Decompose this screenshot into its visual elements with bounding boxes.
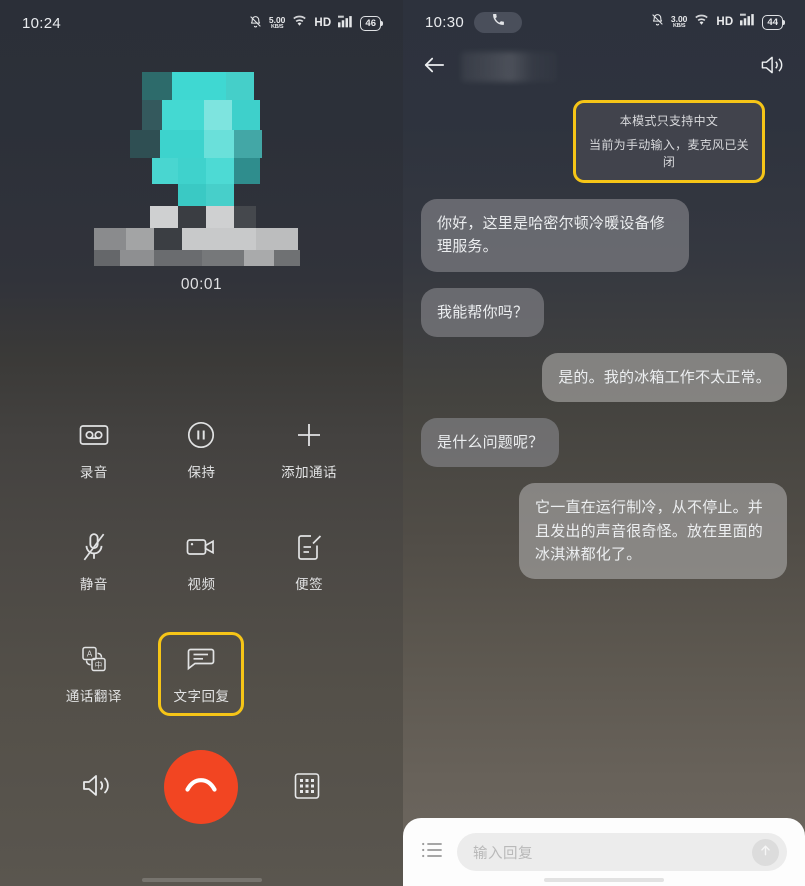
text-reply-icon — [186, 643, 216, 675]
signal-icon — [338, 15, 353, 32]
svg-text:A: A — [87, 649, 93, 658]
hd-icon: HD — [314, 17, 332, 29]
send-arrow-up-icon — [758, 843, 773, 861]
hd-icon: HD — [716, 16, 734, 28]
call-option-text-reply[interactable]: 文字回复 — [158, 632, 245, 716]
reply-input-field[interactable]: 输入回复 — [457, 833, 787, 871]
quick-reply-list-icon[interactable] — [421, 840, 443, 865]
phone-hangup-icon — [184, 777, 218, 797]
speaker-icon[interactable] — [760, 54, 785, 81]
speaker-icon — [81, 772, 112, 802]
end-call-button[interactable] — [164, 750, 239, 824]
status-icons: 3.00 KB/S HD 44 — [651, 12, 785, 32]
status-bar-call: 10:24 5.00 KB/S HD 46 — [0, 0, 403, 46]
call-options-grid: 录音 保持 添加通话 静音 视频 便签 A 中 通话翻译 文字回复 — [0, 408, 403, 716]
in-call-screen: 10:24 5.00 KB/S HD 46 00:01 录音 保持 添加通话 静… — [0, 0, 403, 886]
wifi-icon — [292, 15, 307, 31]
mic-off-icon — [81, 531, 107, 563]
battery-icon: 44 — [762, 14, 785, 30]
speaker-button[interactable] — [72, 763, 120, 811]
translate-icon: A 中 — [80, 643, 108, 675]
home-indicator-call — [141, 878, 262, 882]
home-indicator-chat — [544, 878, 664, 882]
mode-notice-banner: 本模式只支持中文 当前为手动输入，麦克风已关闭 — [573, 100, 765, 183]
call-option-note[interactable]: 便签 — [266, 520, 352, 604]
network-speed: 3.00 KB/S — [671, 15, 688, 29]
chat-title-redacted — [461, 52, 557, 82]
network-speed-unit: KB/S — [270, 23, 284, 30]
caller-avatar — [0, 62, 403, 272]
call-option-add-call[interactable]: 添加通话 — [266, 408, 352, 492]
call-option-mute[interactable]: 静音 — [51, 520, 137, 604]
message-bubble: 是的。我的冰箱工作不太正常。 — [542, 352, 787, 402]
keypad-button[interactable] — [283, 763, 331, 811]
active-call-pill[interactable] — [474, 11, 523, 33]
call-option-label: 文字回复 — [173, 689, 230, 704]
network-speed: 5.00 KB/S — [269, 16, 286, 30]
plus-icon — [295, 419, 323, 451]
send-button[interactable] — [752, 838, 779, 866]
back-arrow-icon[interactable] — [423, 56, 445, 79]
message-row: 它一直在运行制冷，从不停止。并且发出的声音很奇怪。放在里面的冰淇淋都化了。 — [421, 483, 787, 579]
status-icons: 5.00 KB/S HD 46 — [249, 14, 383, 33]
wifi-icon — [694, 13, 709, 31]
call-timer: 00:01 — [180, 276, 223, 293]
notice-line-2: 当前为手动输入，麦克风已关闭 — [589, 138, 749, 169]
call-bottom-controls — [0, 750, 403, 824]
call-option-label: 通话翻译 — [65, 689, 122, 704]
call-option-label: 录音 — [79, 465, 108, 480]
svg-text:中: 中 — [95, 659, 103, 669]
call-option-translate[interactable]: A 中 通话翻译 — [51, 632, 137, 716]
reply-input-placeholder: 输入回复 — [473, 845, 533, 862]
message-bubble: 你好，这里是哈密尔顿冷暖设备修理服务。 — [421, 199, 689, 272]
message-row: 你好，这里是哈密尔顿冷暖设备修理服务。 — [421, 199, 787, 272]
network-speed-unit: KB/S — [672, 22, 686, 29]
avatar-mosaic — [94, 72, 309, 266]
cassette-record-icon — [79, 419, 109, 451]
reply-input-sheet: 输入回复 — [403, 818, 805, 886]
message-row: 我能帮你吗？ — [421, 287, 787, 337]
call-option-hold[interactable]: 保持 — [158, 408, 244, 492]
video-camera-icon — [186, 531, 216, 563]
message-bubble: 是什么问题呢？ — [421, 418, 560, 468]
message-row: 是的。我的冰箱工作不太正常。 — [421, 352, 787, 402]
message-row: 是什么问题呢？ — [421, 418, 787, 468]
call-option-label: 添加通话 — [281, 465, 338, 480]
phone-icon — [492, 13, 505, 31]
call-option-record[interactable]: 录音 — [51, 408, 137, 492]
call-option-label: 保持 — [187, 465, 216, 480]
dialpad-icon — [294, 772, 320, 803]
status-bar-chat: 10:30 3.00 KB/S HD 44 — [403, 0, 805, 44]
message-bubble: 我能帮你吗？ — [421, 287, 545, 337]
note-edit-icon — [296, 531, 322, 563]
status-time: 10:30 — [425, 13, 465, 31]
text-reply-chat-screen: 10:30 3.00 KB/S HD 44 本模式只支持中文 当前为手动输入，麦… — [403, 0, 805, 886]
call-option-label: 视频 — [187, 577, 216, 592]
call-option-video[interactable]: 视频 — [158, 520, 244, 604]
pause-circle-icon — [187, 419, 215, 451]
battery-icon: 46 — [360, 15, 383, 31]
mute-bell-icon — [249, 14, 262, 33]
status-time: 10:24 — [22, 14, 62, 32]
call-option-label: 静音 — [79, 577, 108, 592]
notice-line-1: 本模式只支持中文 — [619, 114, 719, 128]
mute-bell-icon — [651, 12, 664, 32]
message-list: 你好，这里是哈密尔顿冷暖设备修理服务。 我能帮你吗？ 是的。我的冰箱工作不太正常… — [403, 183, 805, 579]
signal-icon — [740, 13, 755, 31]
chat-nav-bar — [403, 44, 805, 90]
call-option-label: 便签 — [295, 577, 324, 592]
dual-screenshot-comparison: 10:24 5.00 KB/S HD 46 00:01 录音 保持 添加通话 静… — [0, 0, 805, 886]
message-bubble: 它一直在运行制冷，从不停止。并且发出的声音很奇怪。放在里面的冰淇淋都化了。 — [519, 483, 787, 579]
